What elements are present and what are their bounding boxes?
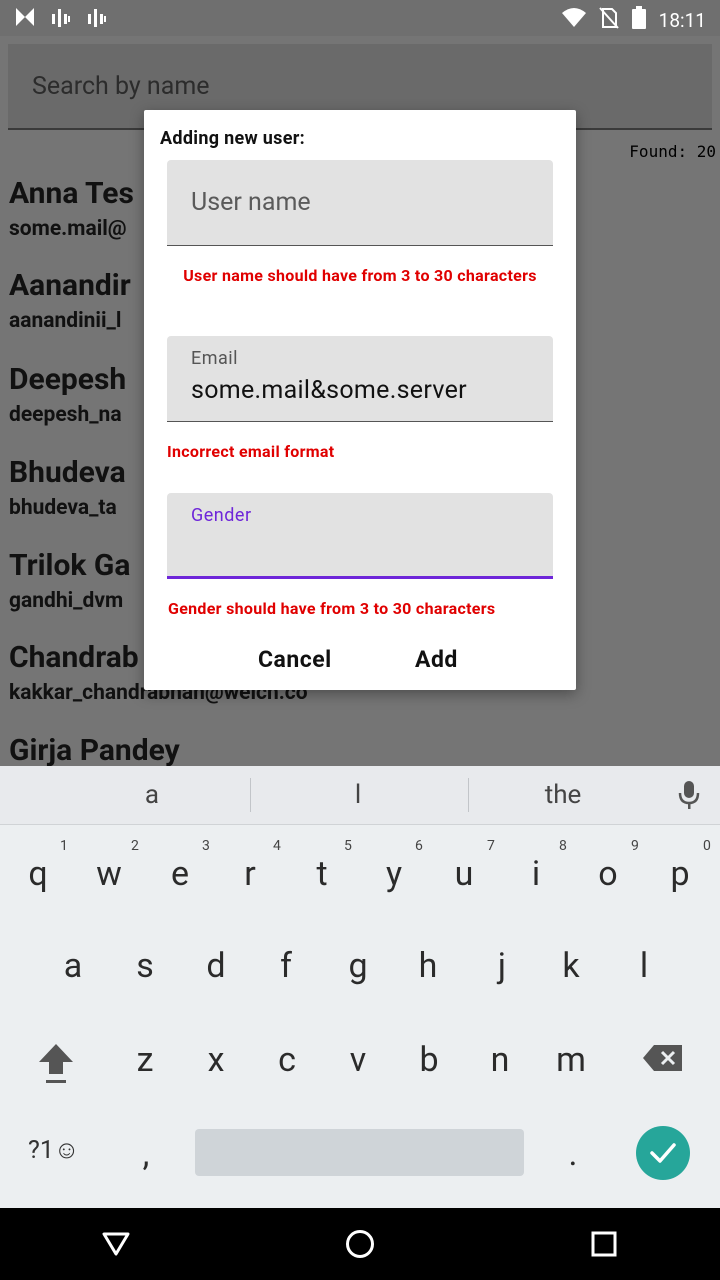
key-y[interactable]: y [364,854,424,894]
clock: 18:11 [658,9,706,32]
gender-field[interactable]: Gender [167,493,553,579]
done-key[interactable] [636,1126,690,1180]
key-t[interactable]: t [292,854,352,894]
signal-icon [50,6,72,32]
user-name: Bhudeva [9,455,126,490]
key-hint: 6 [415,838,423,854]
suggestion-item[interactable]: the [523,780,603,810]
key-b[interactable]: b [399,1040,459,1080]
navigation-bar [0,1208,720,1280]
username-field[interactable]: User name [167,160,553,246]
key-o[interactable]: o [578,854,638,894]
user-name: Trilok Ga [9,548,131,583]
status-bar: 18:11 [0,0,720,36]
mic-icon[interactable] [678,780,700,814]
add-user-dialog: Adding new user: User name User name sho… [144,110,576,690]
add-button[interactable]: Add [415,646,458,673]
key-hint: 9 [631,838,639,854]
key-comma[interactable]: , [116,1134,176,1174]
key-s[interactable]: s [115,946,175,986]
key-f[interactable]: f [256,946,316,986]
key-hint: 2 [131,838,139,854]
key-d[interactable]: d [186,946,246,986]
user-name: Aanandir [9,268,131,303]
key-hint: 0 [703,838,711,854]
key-g[interactable]: g [328,946,388,986]
key-k[interactable]: k [541,946,601,986]
username-error: User name should have from 3 to 30 chara… [183,266,537,285]
user-email: bhudeva_ta [9,496,117,520]
recents-icon[interactable] [591,1231,617,1261]
gender-label: Gender [191,505,252,526]
key-a[interactable]: a [43,946,103,986]
user-email: gandhi_dvm [9,589,124,613]
suggestion-item[interactable]: l [318,780,398,810]
key-v[interactable]: v [328,1040,388,1080]
n-icon [14,6,36,32]
email-label: Email [191,348,239,369]
key-j[interactable]: j [472,946,532,986]
soft-keyboard: a l the q w e r t y u i o p 1 2 3 4 5 6 … [0,766,720,1208]
email-error: Incorrect email format [167,442,335,461]
key-hint: 7 [487,838,495,854]
home-icon[interactable] [345,1229,375,1263]
list-item[interactable]: Bhudeva bhudeva_ta [9,455,126,520]
list-item[interactable]: Anna Tes some.mail@ [9,176,134,241]
user-email: deepesh_na [9,403,122,427]
suggestion-strip: a l the [0,766,720,825]
user-name: Girja Pandey [9,733,180,766]
key-q[interactable]: q [8,854,68,894]
user-name: Deepesh [9,362,127,397]
list-item[interactable]: Deepesh deepesh_na [9,362,126,427]
gender-error: Gender should have from 3 to 30 characte… [168,599,496,618]
back-icon[interactable] [101,1230,131,1262]
list-item[interactable]: Trilok Ga gandhi_dvm [9,548,130,613]
key-r[interactable]: r [220,854,280,894]
list-item[interactable]: Girja Pandey [9,733,180,766]
key-hint: 8 [559,838,567,854]
battery-icon [631,6,647,35]
user-email: aanandinii_l [9,309,122,333]
signal-icon [86,6,108,32]
key-p[interactable]: p [650,854,710,894]
email-field[interactable]: Email some.mail&some.server [167,336,553,422]
key-z[interactable]: z [115,1040,175,1080]
wifi-icon [561,7,587,34]
space-key[interactable] [195,1129,524,1176]
list-item[interactable]: Aanandir aanandinii_l [9,268,131,333]
suggestion-item[interactable]: a [112,780,192,810]
key-x[interactable]: x [186,1040,246,1080]
key-n[interactable]: n [470,1040,530,1080]
shift-icon[interactable] [36,1042,76,1090]
key-u[interactable]: u [434,854,494,894]
divider [468,778,469,812]
key-hint: 1 [60,838,68,854]
email-value: some.mail&some.server [191,376,467,405]
key-c[interactable]: c [257,1040,317,1080]
key-period[interactable]: . [543,1134,603,1174]
key-m[interactable]: m [541,1040,601,1080]
user-name: Anna Tes [9,176,134,211]
backspace-icon[interactable] [642,1044,684,1076]
symbols-key[interactable]: ?1☺ [28,1136,79,1165]
dialog-title: Adding new user: [160,128,305,149]
no-sim-icon [598,7,619,34]
search-placeholder: Search by name [32,72,210,101]
username-placeholder: User name [191,188,311,217]
key-hint: 4 [273,838,281,854]
key-hint: 3 [202,838,210,854]
divider [250,778,251,812]
key-w[interactable]: w [79,854,139,894]
found-count: Found: 20 [629,142,716,161]
check-icon [649,1140,677,1170]
user-email: some.mail@ [9,217,127,241]
key-e[interactable]: e [150,854,210,894]
key-h[interactable]: h [398,946,458,986]
key-i[interactable]: i [506,854,566,894]
cancel-button[interactable]: Cancel [258,646,332,673]
key-hint: 5 [344,838,352,854]
key-l[interactable]: l [614,946,674,986]
